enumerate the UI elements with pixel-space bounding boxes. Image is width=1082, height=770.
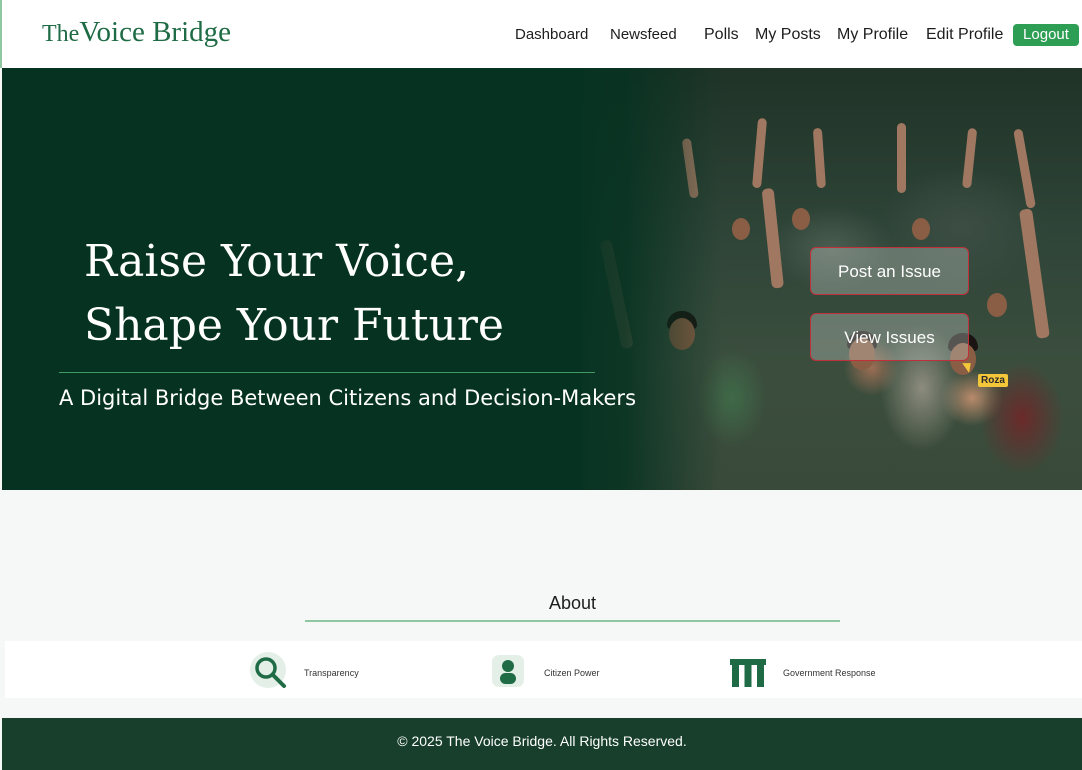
- nav-my-profile[interactable]: My Profile: [837, 26, 908, 44]
- raised-arm: [761, 187, 784, 289]
- features-strip: Transparency Citizen Power Government Re…: [5, 641, 1082, 698]
- site-header: TheVoice Bridge Dashboard Newsfeed Polls…: [0, 0, 1082, 68]
- person-head: [732, 218, 750, 240]
- person-icon: [492, 655, 524, 692]
- raised-arm: [752, 117, 768, 189]
- footer-copyright: © 2025 The Voice Bridge. All Rights Rese…: [397, 733, 687, 749]
- raised-arm: [1013, 128, 1036, 209]
- hero-gradient-overlay: [562, 68, 722, 490]
- feature-transparency-label: Transparency: [304, 668, 359, 678]
- government-building-icon: [730, 659, 766, 692]
- site-footer: © 2025 The Voice Bridge. All Rights Rese…: [2, 718, 1082, 770]
- hero-title-line-2: Shape Your Future: [84, 300, 504, 351]
- nav-newsfeed[interactable]: Newsfeed: [610, 26, 677, 43]
- hero-section: Raise Your Voice, Shape Your Future A Di…: [2, 68, 1082, 490]
- logo-prefix: The: [42, 21, 80, 47]
- collaborator-cursor-label: Roza: [978, 374, 1008, 387]
- feature-citizen-power-label: Citizen Power: [544, 668, 600, 678]
- person-head: [792, 208, 810, 230]
- hero-title-line-1: Raise Your Voice,: [84, 236, 470, 287]
- about-heading: About: [548, 593, 597, 613]
- nav-polls[interactable]: Polls: [704, 26, 739, 44]
- logout-button[interactable]: Logout: [1013, 24, 1079, 46]
- person-head: [912, 218, 930, 240]
- nav-dashboard[interactable]: Dashboard: [515, 26, 588, 43]
- hero-subtitle: A Digital Bridge Between Citizens and De…: [59, 386, 637, 410]
- magnifier-icon: [250, 652, 290, 697]
- view-issues-button[interactable]: View Issues: [810, 313, 969, 361]
- raised-arm: [1018, 208, 1050, 339]
- logo-name: Voice Bridge: [79, 16, 231, 48]
- person-head: [987, 293, 1007, 317]
- nav-edit-profile[interactable]: Edit Profile: [926, 26, 1003, 44]
- site-logo[interactable]: TheVoice Bridge: [42, 16, 231, 49]
- raised-arm: [962, 127, 978, 189]
- nav-my-posts[interactable]: My Posts: [755, 26, 821, 44]
- feature-government-response-label: Government Response: [783, 668, 876, 678]
- hero-divider: [59, 372, 595, 373]
- raised-arm: [897, 123, 906, 193]
- raised-arm: [812, 127, 826, 189]
- about-divider: [305, 620, 840, 622]
- hero-title: Raise Your Voice, Shape Your Future: [84, 230, 504, 358]
- post-issue-button[interactable]: Post an Issue: [810, 247, 969, 295]
